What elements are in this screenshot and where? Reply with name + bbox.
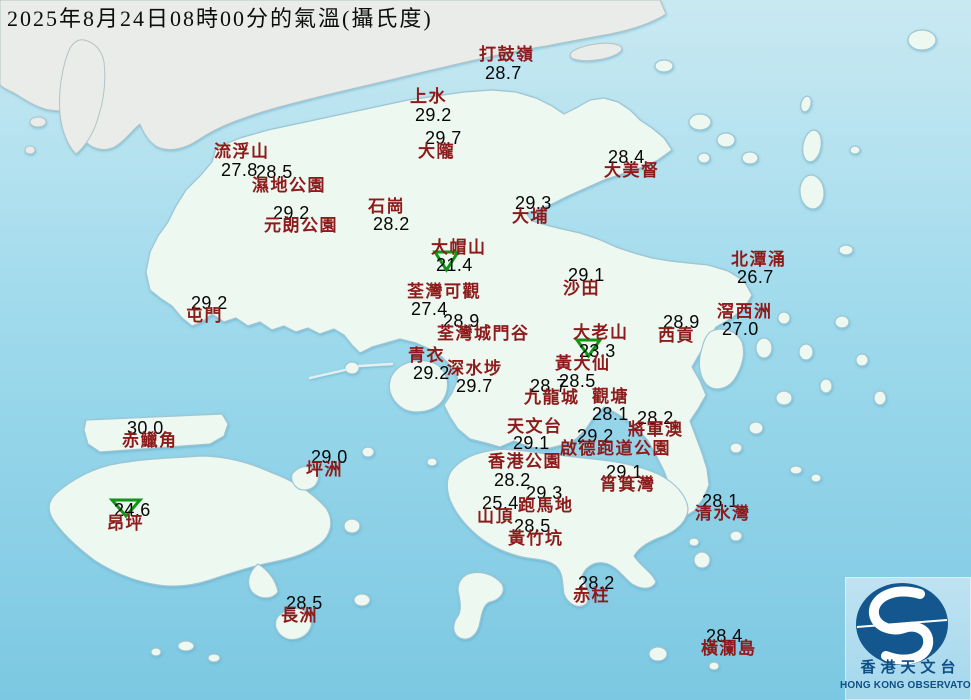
station-name-label: 荃灣可觀 — [407, 283, 481, 300]
station-name-label: 筲箕灣 — [600, 476, 656, 493]
station-name-label: 西貢 — [658, 327, 695, 344]
station-name-label: 北潭涌 — [731, 251, 787, 268]
station-name-label: 黃大仙 — [555, 355, 611, 372]
logo-english-name: HONG KONG OBSERVATORY — [840, 681, 971, 691]
station-name-label: 昂坪 — [107, 515, 144, 532]
station-temperature-value: 28.2 — [373, 215, 410, 233]
station-name-label: 青衣 — [408, 347, 445, 364]
station-name-label: 黃竹坑 — [508, 530, 564, 547]
station-temperature-value: 27.0 — [722, 320, 759, 338]
station-name-label: 石崗 — [368, 198, 405, 215]
station-temperature-value: 29.7 — [456, 377, 493, 395]
station-name-label: 天文台 — [507, 418, 563, 435]
station-name-label: 屯門 — [186, 307, 223, 324]
station-name-label: 山頂 — [477, 508, 514, 525]
station-name-label: 滘西洲 — [717, 303, 773, 320]
station-name-label: 打鼓嶺 — [479, 46, 535, 63]
temperature-map-screen: 28.7打鼓嶺29.2上水29.7大隴27.8流浮山28.5濕地公園29.2元朗… — [0, 0, 971, 700]
station-name-label: 大帽山 — [431, 239, 487, 256]
station-name-label: 大埔 — [512, 208, 549, 225]
station-name-label: 將軍澳 — [628, 421, 684, 438]
map-title: 2025年8月24日08時00分的氣溫(攝氏度) — [7, 6, 433, 31]
station-name-label: 啟德跑道公園 — [560, 440, 671, 457]
station-name-label: 元朗公園 — [264, 217, 338, 234]
station-temperature-value: 28.7 — [485, 64, 522, 82]
station-name-label: 流浮山 — [214, 143, 270, 160]
station-temperature-value: 29.2 — [415, 106, 452, 124]
station-name-label: 九龍城 — [524, 389, 580, 406]
station-name-label: 坪洲 — [306, 461, 343, 478]
station-temperature-value: 29.2 — [413, 364, 450, 382]
station-name-label: 觀塘 — [592, 388, 629, 405]
station-name-label: 沙田 — [563, 280, 600, 297]
station-name-label: 跑馬地 — [518, 497, 574, 514]
station-name-label: 荃灣城門谷 — [437, 325, 530, 342]
station-name-label: 濕地公園 — [252, 177, 326, 194]
station-name-label: 香港公園 — [488, 453, 562, 470]
station-name-label: 大美督 — [604, 162, 660, 179]
station-labels-layer: 28.7打鼓嶺29.2上水29.7大隴27.8流浮山28.5濕地公園29.2元朗… — [0, 0, 971, 700]
station-name-label: 上水 — [410, 88, 447, 105]
station-name-label: 清水灣 — [695, 505, 751, 522]
station-temperature-value: 28.1 — [592, 405, 629, 423]
station-temperature-value: 21.4 — [436, 256, 473, 274]
station-name-label: 赤柱 — [573, 587, 610, 604]
station-name-label: 長洲 — [281, 607, 318, 624]
station-name-label: 深水埗 — [447, 360, 503, 377]
station-name-label: 橫瀾島 — [701, 640, 757, 657]
station-temperature-value: 29.1 — [513, 434, 550, 452]
station-name-label: 赤鱲角 — [122, 432, 178, 449]
station-name-label: 大隴 — [418, 143, 455, 160]
station-name-label: 大老山 — [573, 324, 629, 341]
station-temperature-value: 26.7 — [737, 268, 774, 286]
logo-chinese-name: 香港天文台 — [845, 661, 971, 676]
